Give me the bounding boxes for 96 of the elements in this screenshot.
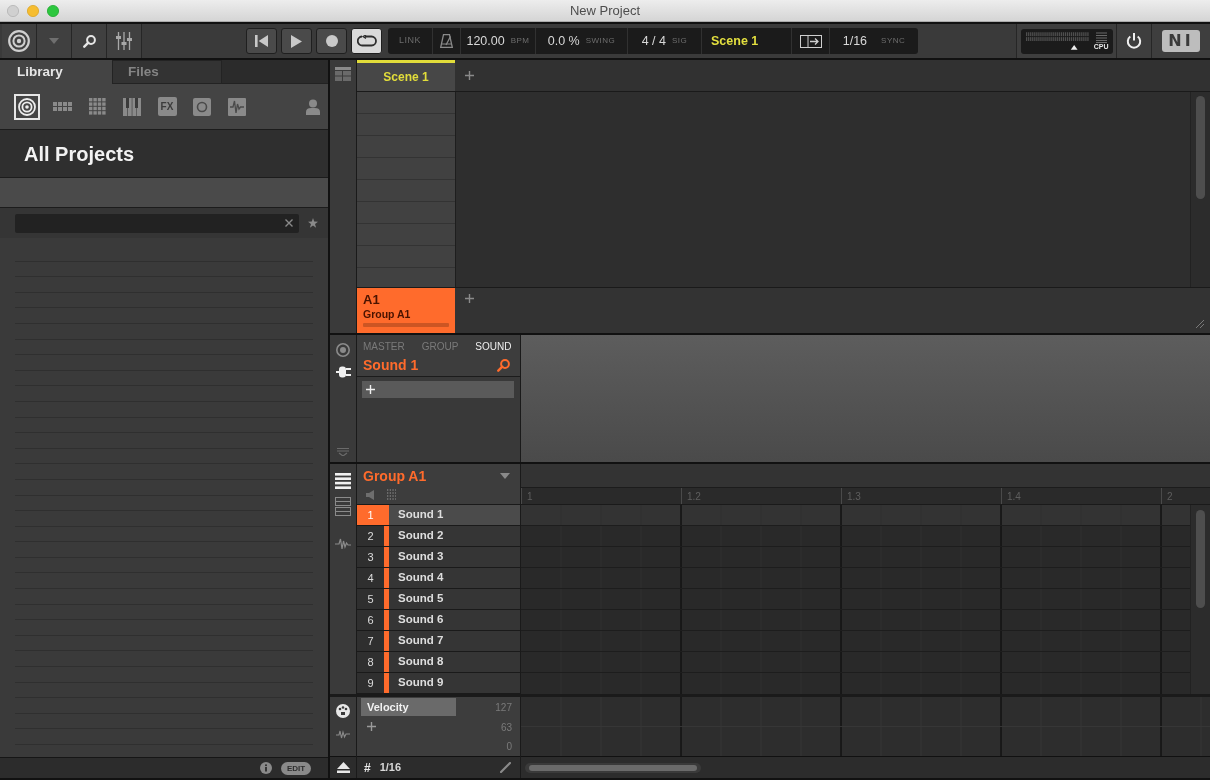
- sound-slot[interactable]: 6 Sound 6: [357, 610, 520, 631]
- loop-button[interactable]: [351, 28, 382, 54]
- dot-grid-icon[interactable]: [386, 489, 397, 500]
- swing-value[interactable]: 0.0 %: [547, 31, 580, 51]
- loop-tile-icon: [193, 97, 211, 116]
- sound-slot[interactable]: 3 Sound 3: [357, 547, 520, 568]
- resize-grip-icon[interactable]: [1196, 320, 1204, 328]
- zoom-icon[interactable]: [47, 4, 59, 17]
- sound-slot[interactable]: 5 Sound 5: [357, 589, 520, 610]
- star-icon[interactable]: [308, 218, 318, 228]
- skip-back-button[interactable]: [246, 28, 277, 54]
- scrollbar[interactable]: [1190, 505, 1210, 694]
- sync-value[interactable]: 1/16: [842, 31, 868, 51]
- window-title: New Project: [569, 1, 641, 20]
- sync-unit: SYNC: [881, 35, 906, 47]
- play-button[interactable]: [281, 28, 312, 54]
- dot-grid-icon: [52, 102, 72, 111]
- record-icon: [325, 35, 338, 47]
- speaker-icon[interactable]: [366, 489, 375, 500]
- step-size[interactable]: 1/16: [379, 759, 402, 776]
- sound-slot[interactable]: 8 Sound 8: [357, 652, 520, 673]
- search-icon: [82, 34, 96, 48]
- sound-slot[interactable]: 2 Sound 2: [357, 526, 520, 547]
- scale-label: 127: [495, 702, 512, 714]
- dial-icon[interactable]: [336, 704, 350, 718]
- concentric-circles-icon: [18, 97, 36, 116]
- follow-icon[interactable]: [799, 34, 822, 48]
- search-icon: [497, 358, 510, 372]
- caret-icon: [500, 473, 510, 479]
- piano-keys-icon: [123, 97, 141, 116]
- scroll-thumb[interactable]: [529, 764, 697, 771]
- plus-icon: [464, 293, 474, 303]
- caret-icon: [49, 38, 59, 44]
- scrollbar[interactable]: [1190, 92, 1210, 287]
- scene-name[interactable]: Scene 1: [711, 31, 759, 51]
- sound-slot[interactable]: 4 Sound 4: [357, 568, 520, 589]
- plug-icon[interactable]: [335, 366, 351, 378]
- waveform-icon[interactable]: [336, 729, 350, 739]
- plus-icon: [367, 722, 376, 731]
- scroll-thumb[interactable]: [1196, 96, 1205, 199]
- group-title: Group A1: [363, 467, 427, 485]
- waveform-tile-icon: [228, 97, 246, 116]
- sound-title: Sound 1: [363, 355, 419, 375]
- ni-logo[interactable]: NI: [1162, 30, 1200, 52]
- grid-symbol[interactable]: #: [364, 758, 371, 777]
- control-tab[interactable]: SOUND: [475, 339, 512, 354]
- logo-button[interactable]: [2, 24, 37, 58]
- swing-unit: SWING: [585, 35, 616, 47]
- clear-icon[interactable]: [285, 219, 293, 227]
- level-meter-icon: [1025, 31, 1090, 51]
- search-button[interactable]: [72, 24, 107, 58]
- add-lane-button[interactable]: [367, 722, 376, 731]
- skip-back-icon: [255, 35, 268, 47]
- plus-icon: [366, 385, 375, 394]
- sound-slot[interactable]: 9 Sound 9: [357, 673, 520, 694]
- record-button[interactable]: [316, 28, 347, 54]
- scrollbar[interactable]: [525, 762, 701, 773]
- pencil-icon[interactable]: [500, 762, 511, 773]
- sound-slot[interactable]: 1 Sound 1: [357, 505, 520, 526]
- mixer-button[interactable]: [107, 24, 142, 58]
- tempo-value[interactable]: 120.00: [466, 31, 505, 51]
- edit-button[interactable]: EDIT: [281, 761, 311, 775]
- collapse-icon[interactable]: [337, 448, 349, 456]
- concentric-circles-icon: [8, 30, 30, 52]
- scroll-thumb[interactable]: [1196, 510, 1205, 608]
- metronome-icon[interactable]: [440, 34, 453, 48]
- scale-label: 63: [500, 721, 512, 734]
- scene-view-icon[interactable]: [335, 67, 351, 81]
- signature-value[interactable]: 4 / 4: [641, 31, 666, 51]
- browser-tab[interactable]: Library: [0, 60, 112, 84]
- group-menu-button[interactable]: [500, 473, 510, 479]
- play-icon: [291, 34, 302, 48]
- loop-icon: [356, 35, 377, 47]
- sound-search-button[interactable]: [497, 358, 510, 372]
- scene-tab[interactable]: Scene 1: [357, 60, 455, 91]
- waveform-icon[interactable]: [335, 538, 351, 550]
- info-icon[interactable]: [260, 762, 272, 774]
- search-field[interactable]: [15, 213, 299, 233]
- stacked-rows-icon[interactable]: [335, 497, 351, 516]
- square-grid-icon: [88, 98, 106, 115]
- power-icon: [1126, 33, 1142, 49]
- mixer-icon: [116, 32, 132, 50]
- user-icon[interactable]: [306, 98, 320, 115]
- tempo-unit: BPM: [510, 35, 530, 47]
- sound-slot[interactable]: 7 Sound 7: [357, 631, 520, 652]
- group-tile[interactable]: A1 Group A1: [357, 288, 455, 333]
- cpu-bars-icon: [1095, 31, 1107, 43]
- signature-unit: SIG: [672, 35, 688, 47]
- browser-title: All Projects: [24, 141, 135, 167]
- target-icon[interactable]: [336, 343, 350, 357]
- power-button[interactable]: [1117, 24, 1152, 58]
- lane-tab[interactable]: Velocity: [361, 698, 456, 716]
- filter-button[interactable]: [14, 93, 40, 120]
- plus-icon: [464, 71, 474, 80]
- list-icon[interactable]: [335, 473, 351, 489]
- eject-icon[interactable]: [336, 762, 350, 773]
